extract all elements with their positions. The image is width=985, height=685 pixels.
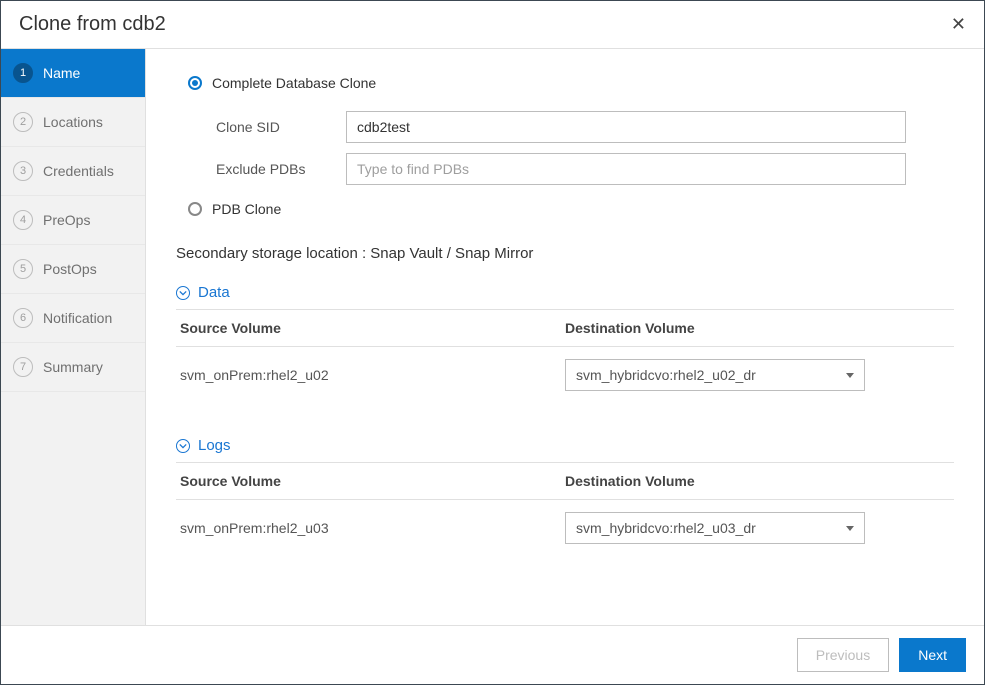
data-table: Source Volume Destination Volume svm_onP… — [176, 309, 954, 415]
step-summary[interactable]: 7 Summary — [1, 343, 145, 392]
step-number: 1 — [13, 63, 33, 83]
clone-modal: Clone from cdb2 ✕ 1 Name 2 Locations 3 C… — [0, 0, 985, 685]
pdb-clone-radio[interactable] — [188, 202, 202, 216]
wizard-sidebar: 1 Name 2 Locations 3 Credentials 4 PreOp… — [1, 49, 146, 625]
clone-type-pdb-row: PDB Clone — [176, 195, 954, 231]
step-label: Summary — [43, 359, 103, 375]
source-volume-value: svm_onPrem:rhel2_u02 — [180, 367, 565, 383]
clone-sid-row: Clone SID — [216, 111, 954, 143]
close-button[interactable]: ✕ — [951, 14, 966, 35]
table-row: svm_onPrem:rhel2_u02 svm_hybridcvo:rhel2… — [176, 347, 954, 415]
modal-body: 1 Name 2 Locations 3 Credentials 4 PreOp… — [1, 49, 984, 625]
source-volume-header: Source Volume — [180, 320, 565, 336]
previous-button[interactable]: Previous — [797, 638, 889, 672]
destination-volume-header: Destination Volume — [565, 320, 950, 336]
step-notification[interactable]: 6 Notification — [1, 294, 145, 343]
step-number: 3 — [13, 161, 33, 181]
destination-volume-select[interactable]: svm_hybridcvo:rhel2_u03_dr — [565, 512, 865, 544]
destination-volume-select[interactable]: svm_hybridcvo:rhel2_u02_dr — [565, 359, 865, 391]
destination-volume-header: Destination Volume — [565, 473, 950, 489]
clone-sid-input[interactable] — [346, 111, 906, 143]
secondary-storage-heading: Secondary storage location : Snap Vault … — [176, 245, 954, 262]
caret-down-icon — [846, 373, 854, 378]
select-value: svm_hybridcvo:rhel2_u03_dr — [576, 520, 756, 536]
table-row: svm_onPrem:rhel2_u03 svm_hybridcvo:rhel2… — [176, 500, 954, 568]
step-name[interactable]: 1 Name — [1, 49, 145, 98]
exclude-pdbs-label: Exclude PDBs — [216, 161, 326, 177]
step-postops[interactable]: 5 PostOps — [1, 245, 145, 294]
step-label: Credentials — [43, 163, 114, 179]
wizard-content: Complete Database Clone Clone SID Exclud… — [146, 49, 984, 625]
modal-title: Clone from cdb2 — [19, 13, 166, 36]
logs-section-toggle[interactable]: Logs — [176, 437, 954, 454]
chevron-down-icon — [176, 439, 190, 453]
source-volume-header: Source Volume — [180, 473, 565, 489]
step-number: 5 — [13, 259, 33, 279]
clone-sid-label: Clone SID — [216, 119, 326, 135]
step-label: PostOps — [43, 261, 97, 277]
step-number: 7 — [13, 357, 33, 377]
step-credentials[interactable]: 3 Credentials — [1, 147, 145, 196]
table-header: Source Volume Destination Volume — [176, 462, 954, 500]
clone-type-complete-row: Complete Database Clone — [176, 69, 954, 105]
complete-clone-radio[interactable] — [188, 76, 202, 90]
table-header: Source Volume Destination Volume — [176, 309, 954, 347]
close-icon: ✕ — [951, 14, 966, 34]
step-preops[interactable]: 4 PreOps — [1, 196, 145, 245]
step-label: Locations — [43, 114, 103, 130]
complete-clone-label: Complete Database Clone — [212, 75, 376, 91]
select-value: svm_hybridcvo:rhel2_u02_dr — [576, 367, 756, 383]
caret-down-icon — [846, 526, 854, 531]
exclude-pdbs-row: Exclude PDBs — [216, 153, 954, 185]
step-number: 6 — [13, 308, 33, 328]
chevron-down-icon — [176, 286, 190, 300]
step-locations[interactable]: 2 Locations — [1, 98, 145, 147]
next-button[interactable]: Next — [899, 638, 966, 672]
pdb-clone-label: PDB Clone — [212, 201, 281, 217]
data-section-toggle[interactable]: Data — [176, 284, 954, 301]
step-number: 4 — [13, 210, 33, 230]
data-section-title: Data — [198, 284, 230, 301]
step-label: PreOps — [43, 212, 90, 228]
modal-header: Clone from cdb2 ✕ — [1, 1, 984, 49]
source-volume-value: svm_onPrem:rhel2_u03 — [180, 520, 565, 536]
step-label: Notification — [43, 310, 112, 326]
step-label: Name — [43, 65, 80, 81]
logs-section-title: Logs — [198, 437, 231, 454]
modal-footer: Previous Next — [1, 625, 984, 684]
step-number: 2 — [13, 112, 33, 132]
exclude-pdbs-input[interactable] — [346, 153, 906, 185]
logs-table: Source Volume Destination Volume svm_onP… — [176, 462, 954, 568]
